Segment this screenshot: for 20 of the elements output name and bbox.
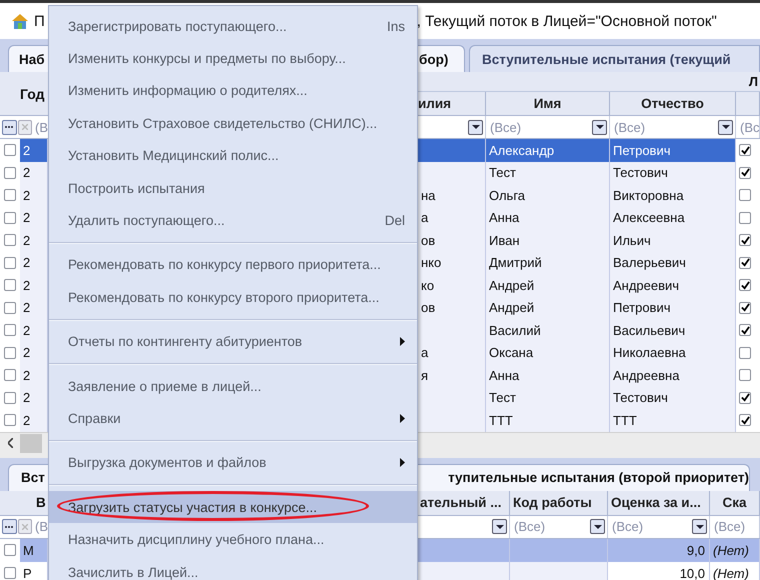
window-title: П	[34, 12, 45, 30]
table-cell: Дмитрий	[486, 252, 610, 274]
table-cell: 10,0	[608, 562, 710, 580]
table-cell: Оксана	[486, 342, 610, 364]
table-cell: (Нет)	[710, 538, 760, 562]
table-cell: (Нет)	[710, 562, 760, 580]
table-cell: Александр	[486, 139, 610, 162]
table-cell: Иван	[486, 229, 610, 252]
group-header: Л	[748, 74, 759, 89]
table-cell: Василий	[486, 319, 610, 342]
table-cell: 9,0	[608, 538, 710, 562]
table-cell: Ольга	[486, 184, 610, 206]
table-cell: Тест	[486, 386, 610, 409]
table-cell: М	[20, 538, 48, 562]
table-cell: Андрей	[486, 296, 610, 319]
table-cell: Анна	[486, 206, 610, 229]
table-cell: Андрей	[486, 274, 610, 296]
window-title: , Текущий поток в Лицей="Основной поток"	[416, 12, 717, 30]
table-cell: Анна	[486, 364, 610, 386]
table-cell: Тест	[486, 162, 610, 184]
